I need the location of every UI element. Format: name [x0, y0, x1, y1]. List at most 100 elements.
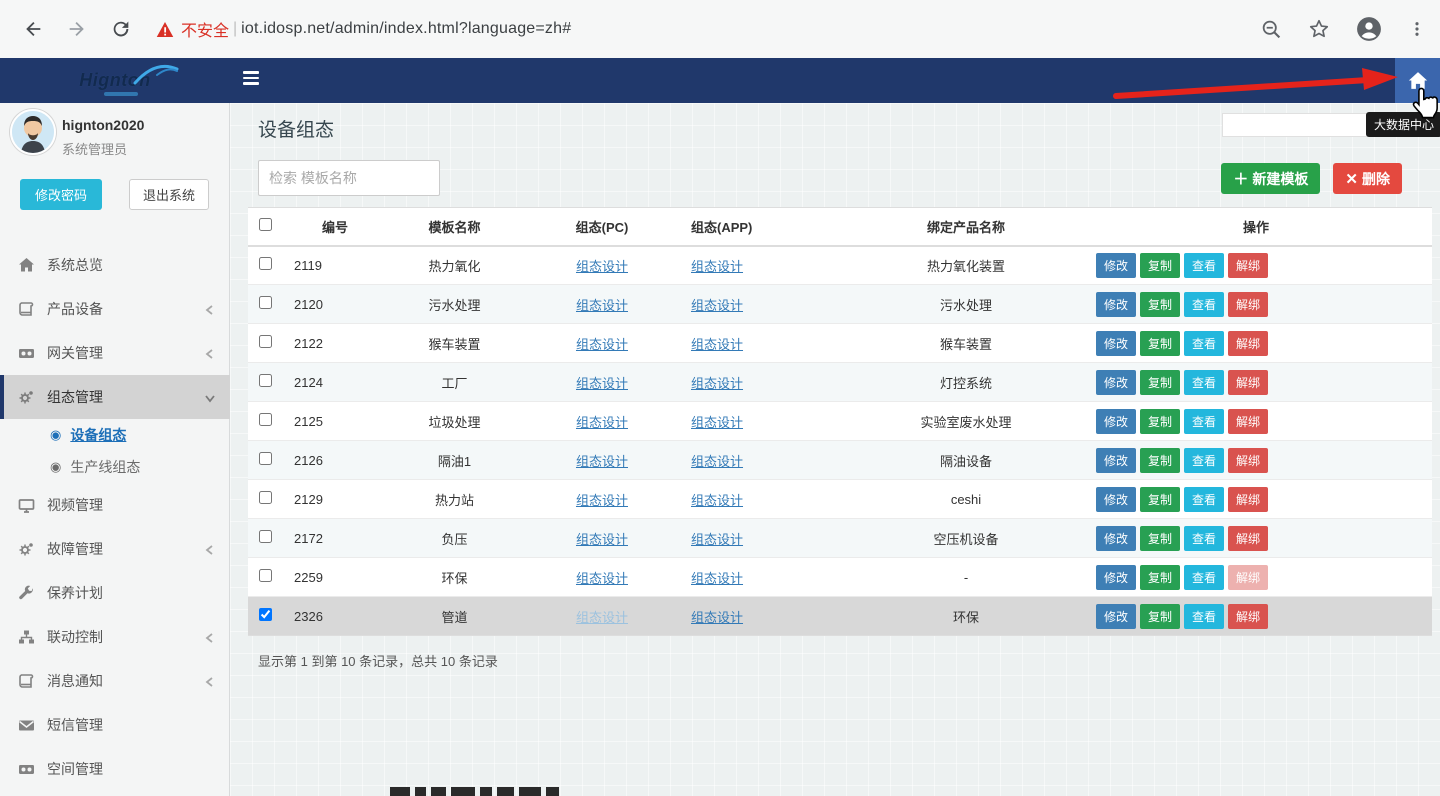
action-copy-button[interactable]: 复制 [1140, 370, 1180, 395]
pc-design-link[interactable]: 组态设计 [576, 259, 628, 274]
action-unbind-button[interactable]: 解绑 [1228, 409, 1268, 434]
action-edit-button[interactable]: 修改 [1096, 409, 1136, 434]
kebab-menu-icon[interactable] [1408, 19, 1426, 39]
row-checkbox[interactable] [259, 257, 272, 270]
sidebar-item-9[interactable]: 短信管理 [0, 703, 230, 747]
app-design-link[interactable]: 组态设计 [691, 337, 743, 352]
action-edit-button[interactable]: 修改 [1096, 526, 1136, 551]
action-view-button[interactable]: 查看 [1184, 526, 1224, 551]
forward-icon[interactable] [66, 18, 88, 40]
select-all-checkbox[interactable] [259, 218, 272, 231]
pc-design-link[interactable]: 组态设计 [576, 532, 628, 547]
logout-button[interactable]: 退出系统 [129, 179, 209, 210]
sidebar-item-1[interactable]: 产品设备 [0, 287, 230, 331]
pc-design-link[interactable]: 组态设计 [576, 571, 628, 586]
action-unbind-button[interactable]: 解绑 [1228, 487, 1268, 512]
row-checkbox[interactable] [259, 452, 272, 465]
app-design-link[interactable]: 组态设计 [691, 415, 743, 430]
action-edit-button[interactable]: 修改 [1096, 370, 1136, 395]
action-edit-button[interactable]: 修改 [1096, 448, 1136, 473]
pc-design-link[interactable]: 组态设计 [576, 610, 628, 625]
row-checkbox[interactable] [259, 530, 272, 543]
action-copy-button[interactable]: 复制 [1140, 409, 1180, 434]
app-design-link[interactable]: 组态设计 [691, 610, 743, 625]
action-edit-button[interactable]: 修改 [1096, 253, 1136, 278]
template-search-input[interactable] [258, 160, 440, 196]
sidebar-item-10[interactable]: 空间管理 [0, 747, 230, 791]
action-unbind-button[interactable]: 解绑 [1228, 448, 1268, 473]
sidebar-item-6[interactable]: 保养计划 [0, 571, 230, 615]
action-view-button[interactable]: 查看 [1184, 253, 1224, 278]
action-unbind-button[interactable]: 解绑 [1228, 565, 1268, 590]
reload-icon[interactable] [110, 18, 132, 40]
bigdata-home-button[interactable] [1395, 58, 1440, 103]
action-view-button[interactable]: 查看 [1184, 448, 1224, 473]
site-security-indicator[interactable]: 不安全 [156, 17, 229, 41]
sidebar-item-0[interactable]: 系统总览 [0, 243, 230, 287]
action-unbind-button[interactable]: 解绑 [1228, 526, 1268, 551]
user-avatar[interactable] [10, 109, 56, 155]
action-edit-button[interactable]: 修改 [1096, 292, 1136, 317]
app-design-link[interactable]: 组态设计 [691, 532, 743, 547]
sidebar-item-3[interactable]: 组态管理 [0, 375, 230, 419]
action-view-button[interactable]: 查看 [1184, 409, 1224, 434]
action-copy-button[interactable]: 复制 [1140, 448, 1180, 473]
brand-logo[interactable]: Hignton [0, 58, 230, 103]
action-copy-button[interactable]: 复制 [1140, 526, 1180, 551]
profile-icon[interactable] [1356, 16, 1382, 42]
sidebar-subitem-3-1[interactable]: ◉生产线组态 [0, 451, 230, 483]
action-edit-button[interactable]: 修改 [1096, 565, 1136, 590]
action-view-button[interactable]: 查看 [1184, 370, 1224, 395]
action-copy-button[interactable]: 复制 [1140, 487, 1180, 512]
pc-design-link[interactable]: 组态设计 [576, 337, 628, 352]
action-view-button[interactable]: 查看 [1184, 565, 1224, 590]
action-unbind-button[interactable]: 解绑 [1228, 253, 1268, 278]
action-view-button[interactable]: 查看 [1184, 604, 1224, 629]
sidebar-item-5[interactable]: 故障管理 [0, 527, 230, 571]
hamburger-menu-icon[interactable] [243, 71, 261, 89]
action-edit-button[interactable]: 修改 [1096, 604, 1136, 629]
pc-design-link[interactable]: 组态设计 [576, 376, 628, 391]
app-design-link[interactable]: 组态设计 [691, 493, 743, 508]
pc-design-link[interactable]: 组态设计 [576, 298, 628, 313]
action-unbind-button[interactable]: 解绑 [1228, 604, 1268, 629]
sidebar-item-2[interactable]: 网关管理 [0, 331, 230, 375]
app-design-link[interactable]: 组态设计 [691, 571, 743, 586]
action-copy-button[interactable]: 复制 [1140, 253, 1180, 278]
sidebar-subitem-3-0[interactable]: ◉设备组态 [0, 419, 230, 451]
app-design-link[interactable]: 组态设计 [691, 376, 743, 391]
row-checkbox[interactable] [259, 491, 272, 504]
sidebar-item-8[interactable]: 消息通知 [0, 659, 230, 703]
app-design-link[interactable]: 组态设计 [691, 454, 743, 469]
row-checkbox[interactable] [259, 608, 272, 621]
new-template-button[interactable]: ＋新建模板 [1221, 163, 1320, 194]
row-checkbox[interactable] [259, 296, 272, 309]
action-copy-button[interactable]: 复制 [1140, 604, 1180, 629]
change-password-button[interactable]: 修改密码 [20, 179, 102, 210]
pc-design-link[interactable]: 组态设计 [576, 454, 628, 469]
action-copy-button[interactable]: 复制 [1140, 565, 1180, 590]
sidebar-item-4[interactable]: 视频管理 [0, 483, 230, 527]
action-view-button[interactable]: 查看 [1184, 487, 1224, 512]
row-checkbox[interactable] [259, 374, 272, 387]
action-edit-button[interactable]: 修改 [1096, 487, 1136, 512]
action-copy-button[interactable]: 复制 [1140, 292, 1180, 317]
pc-design-link[interactable]: 组态设计 [576, 415, 628, 430]
zoom-out-icon[interactable] [1261, 19, 1282, 40]
action-unbind-button[interactable]: 解绑 [1228, 370, 1268, 395]
action-unbind-button[interactable]: 解绑 [1228, 292, 1268, 317]
sidebar-item-7[interactable]: 联动控制 [0, 615, 230, 659]
bookmark-star-icon[interactable] [1308, 18, 1330, 40]
app-design-link[interactable]: 组态设计 [691, 259, 743, 274]
action-view-button[interactable]: 查看 [1184, 292, 1224, 317]
action-view-button[interactable]: 查看 [1184, 331, 1224, 356]
pc-design-link[interactable]: 组态设计 [576, 493, 628, 508]
row-checkbox[interactable] [259, 569, 272, 582]
back-icon[interactable] [22, 18, 44, 40]
delete-button[interactable]: ✕删除 [1333, 163, 1402, 194]
action-copy-button[interactable]: 复制 [1140, 331, 1180, 356]
action-unbind-button[interactable]: 解绑 [1228, 331, 1268, 356]
action-edit-button[interactable]: 修改 [1096, 331, 1136, 356]
row-checkbox[interactable] [259, 413, 272, 426]
app-design-link[interactable]: 组态设计 [691, 298, 743, 313]
